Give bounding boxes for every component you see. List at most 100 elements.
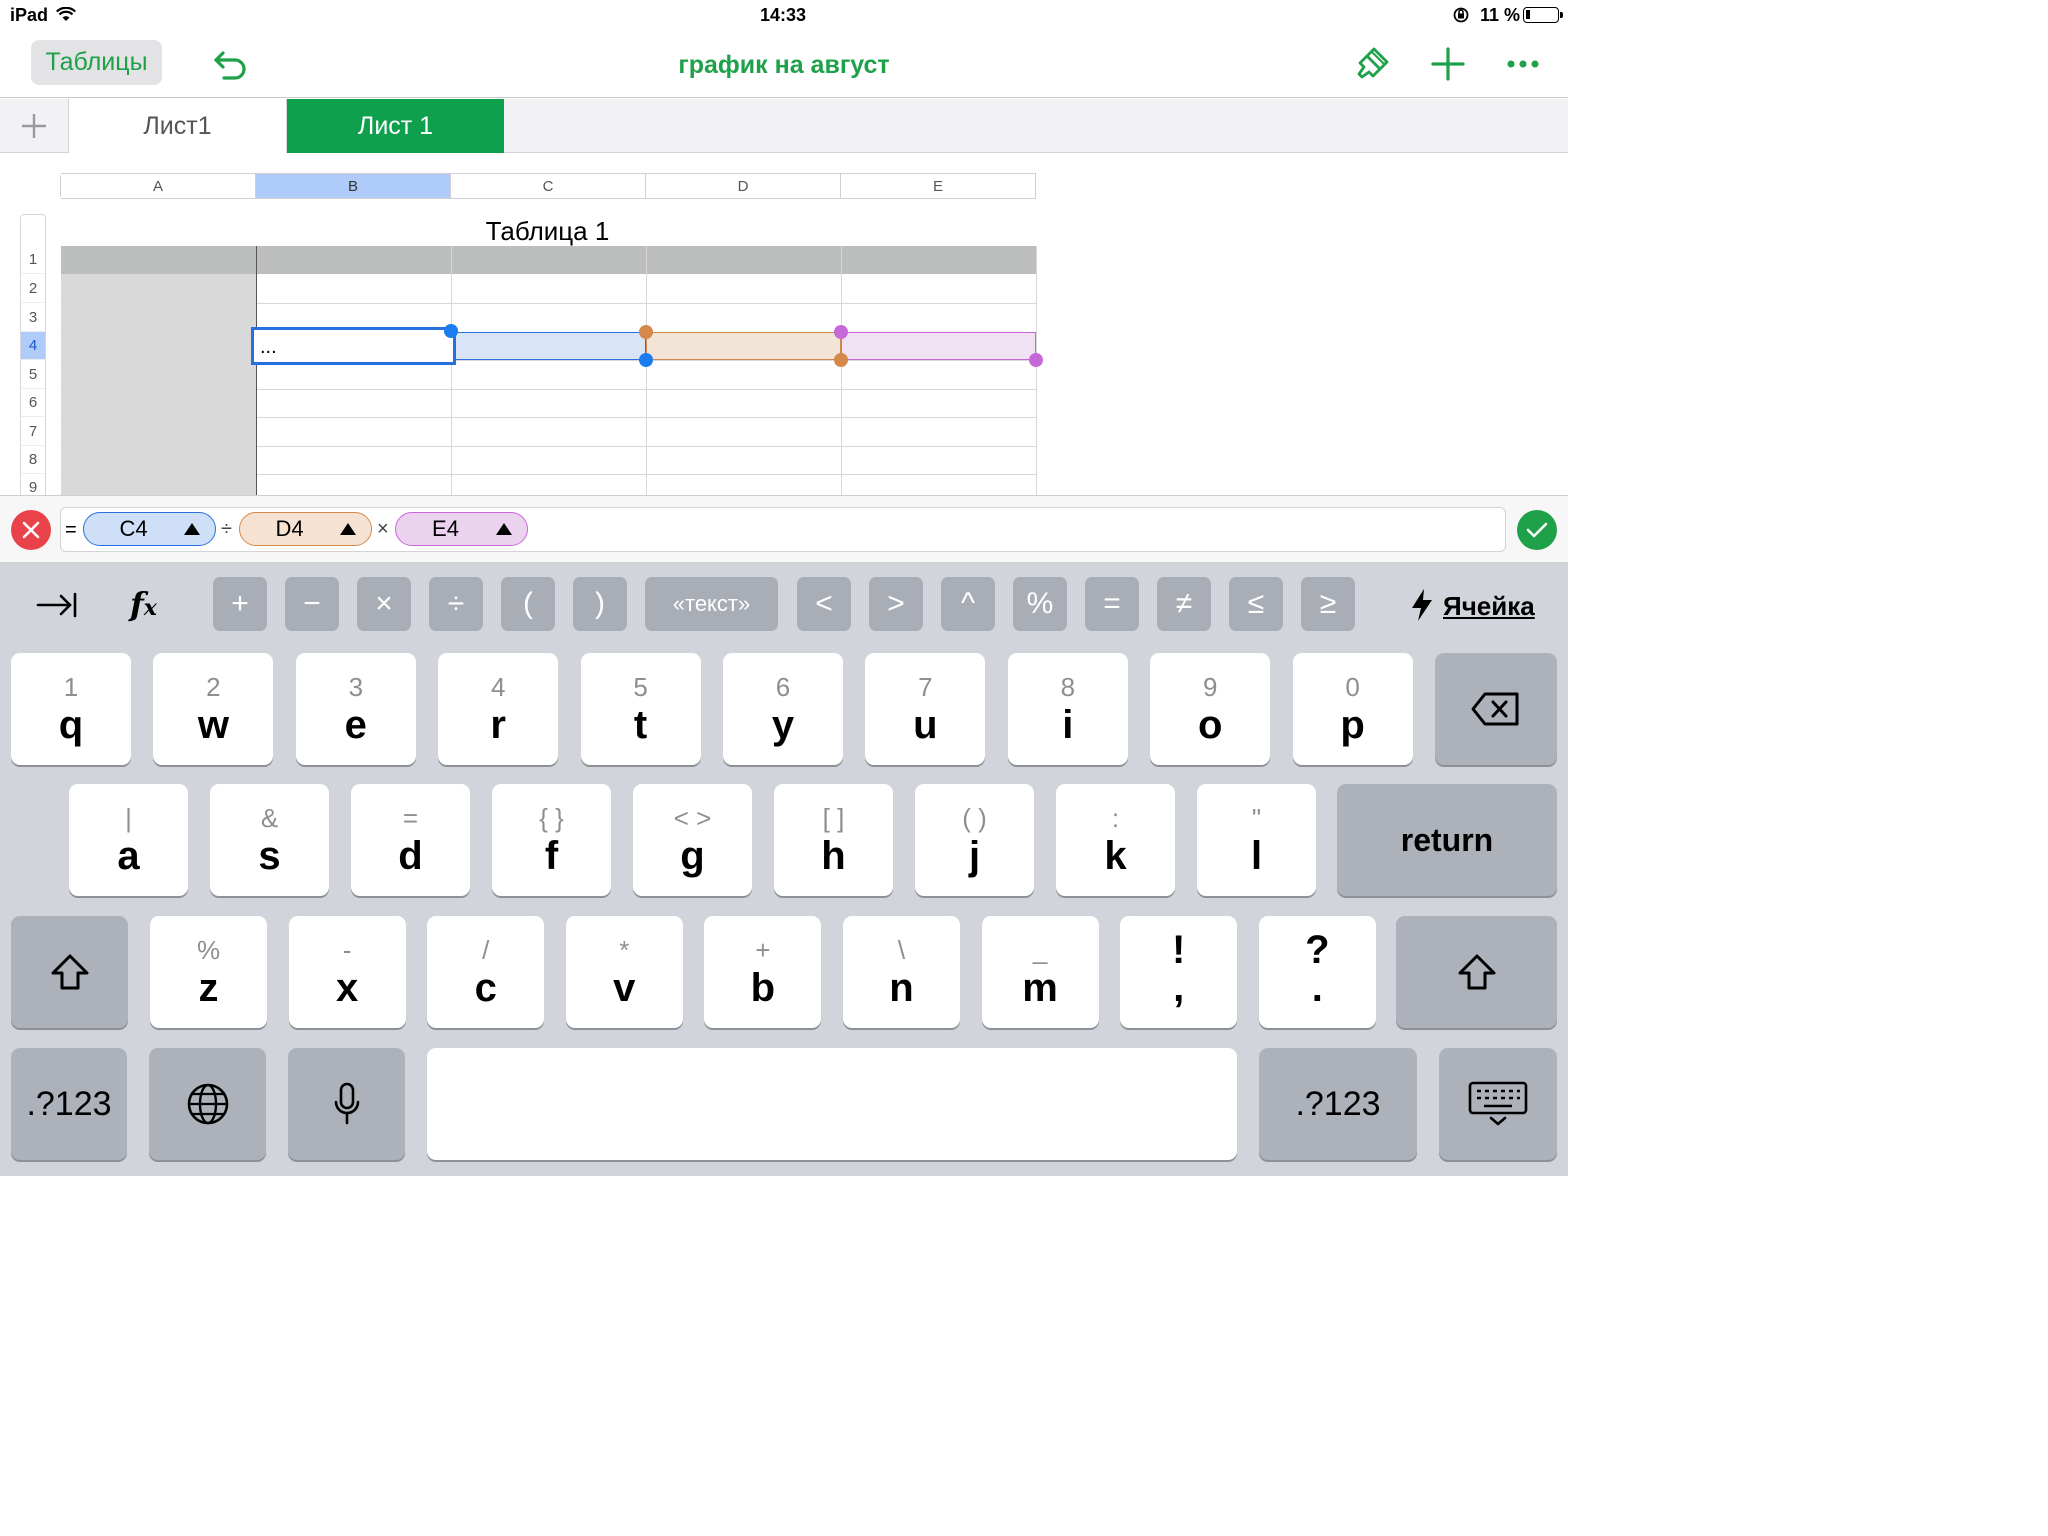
lightning-icon[interactable] <box>1410 588 1434 622</box>
key-o[interactable]: 9o <box>1150 653 1271 765</box>
func-key-less-than[interactable]: < <box>797 577 851 631</box>
func-key-minus[interactable]: − <box>285 577 339 631</box>
key-p[interactable]: 0p <box>1292 653 1413 765</box>
accept-formula-button[interactable] <box>1517 510 1557 550</box>
key-h[interactable]: [ ] h <box>774 784 893 896</box>
key-x[interactable]: -x <box>288 916 406 1028</box>
token-d4[interactable]: D4 <box>239 512 372 546</box>
key-m[interactable]: _ m <box>981 916 1099 1028</box>
spreadsheets-back-button[interactable]: Таблицы <box>31 40 162 85</box>
func-key-percent[interactable]: % <box>1013 577 1067 631</box>
key-q[interactable]: 1q <box>11 653 131 765</box>
row-header-6[interactable]: 6 <box>20 389 46 417</box>
numbers-key-right[interactable]: .?123 <box>1259 1048 1417 1160</box>
space-key[interactable] <box>427 1048 1237 1160</box>
column-header-c[interactable]: C <box>451 173 646 199</box>
globe-key[interactable] <box>149 1048 266 1160</box>
cancel-formula-button[interactable] <box>11 510 51 550</box>
selection-handle[interactable] <box>834 325 848 339</box>
row-header-9[interactable]: 9 <box>20 474 46 495</box>
key-j[interactable]: ( ) j <box>915 784 1034 896</box>
selection-handle[interactable] <box>444 324 458 338</box>
func-key-close-paren[interactable]: ) <box>573 577 627 631</box>
tab-sheet1[interactable]: Лист1 <box>69 99 287 153</box>
cell-d4-ref-highlight[interactable] <box>646 332 841 360</box>
func-key-not-equal[interactable]: ≠ <box>1157 577 1211 631</box>
selection-handle[interactable] <box>639 353 653 367</box>
cell-e4-ref-highlight[interactable] <box>841 332 1036 360</box>
row-header-4[interactable]: 4 <box>20 332 46 360</box>
key-i[interactable]: 8i <box>1007 653 1128 765</box>
key-r[interactable]: 4r <box>438 653 559 765</box>
format-brush-icon[interactable] <box>1354 46 1390 82</box>
func-key-divide[interactable]: ÷ <box>429 577 483 631</box>
table-title[interactable]: Таблица 1 <box>0 216 1095 247</box>
key-u[interactable]: 7u <box>865 653 986 765</box>
column-header-d[interactable]: D <box>646 173 841 199</box>
key-w[interactable]: 2w <box>153 653 274 765</box>
key-f[interactable]: { } f <box>492 784 611 896</box>
key-s[interactable]: & s <box>210 784 329 896</box>
key-y[interactable]: 6y <box>723 653 843 765</box>
triangle-up-icon[interactable] <box>339 522 357 536</box>
func-key-caret[interactable]: ^ <box>941 577 995 631</box>
key-period[interactable]: ?. <box>1258 916 1376 1028</box>
key-alt-label: 6 <box>775 672 791 702</box>
func-key-multiply[interactable]: × <box>357 577 411 631</box>
undo-icon[interactable] <box>212 50 248 80</box>
hide-keyboard-key[interactable] <box>1439 1048 1557 1160</box>
selection-handle[interactable] <box>1029 353 1043 367</box>
func-key-plus[interactable]: + <box>213 577 267 631</box>
return-key[interactable]: return <box>1337 784 1557 896</box>
triangle-up-icon[interactable] <box>183 522 201 536</box>
key-comma[interactable]: !, <box>1120 916 1238 1028</box>
active-cell-b4[interactable]: ... <box>251 327 456 365</box>
func-key-greater-or-equal[interactable]: ≥ <box>1301 577 1355 631</box>
row-header-1[interactable]: 1 <box>20 246 46 274</box>
row-header-5[interactable]: 5 <box>20 360 46 389</box>
key-c[interactable]: / c <box>427 916 545 1028</box>
row-header-8[interactable]: 8 <box>20 446 46 474</box>
key-z[interactable]: % z <box>150 916 267 1028</box>
column-header-e[interactable]: E <box>841 173 1036 199</box>
key-g[interactable]: < > g <box>633 784 752 896</box>
row-header-3[interactable]: 3 <box>20 303 46 332</box>
add-sheet-button[interactable] <box>0 99 69 153</box>
tab-sheet-1-active[interactable]: Лист 1 <box>287 99 504 153</box>
selection-handle[interactable] <box>834 353 848 367</box>
cell-mode-label[interactable]: Ячейка <box>1443 591 1535 622</box>
add-icon[interactable] <box>1431 47 1465 81</box>
key-e[interactable]: 3e <box>295 653 416 765</box>
key-alt-label: 3 <box>348 672 364 702</box>
key-d[interactable]: = d <box>351 784 470 896</box>
key-k[interactable]: :k <box>1056 784 1175 896</box>
func-key-text-literal[interactable]: «текст» <box>645 577 778 631</box>
numbers-key-left[interactable]: .?123 <box>11 1048 127 1160</box>
token-e4[interactable]: E4 <box>395 512 528 546</box>
key-b[interactable]: + b <box>704 916 822 1028</box>
key-t[interactable]: 5t <box>580 653 701 765</box>
tab-arrow-icon[interactable] <box>36 591 78 619</box>
column-header-a[interactable]: A <box>61 173 256 199</box>
selection-handle[interactable] <box>639 325 653 339</box>
shift-key-right[interactable] <box>1396 916 1557 1028</box>
key-n[interactable]: \ n <box>843 916 960 1028</box>
more-icon[interactable] <box>1506 58 1540 70</box>
column-header-b[interactable]: B <box>256 173 451 199</box>
row-header-7[interactable]: 7 <box>20 417 46 446</box>
backspace-key[interactable] <box>1435 653 1557 765</box>
row-header-2[interactable]: 2 <box>20 274 46 303</box>
func-key-equals[interactable]: = <box>1085 577 1139 631</box>
dictation-key[interactable] <box>288 1048 405 1160</box>
triangle-up-icon[interactable] <box>495 522 513 536</box>
token-c4[interactable]: C4 <box>83 512 216 546</box>
func-key-less-or-equal[interactable]: ≤ <box>1229 577 1283 631</box>
key-a[interactable]: | a <box>69 784 188 896</box>
func-key-open-paren[interactable]: ( <box>501 577 555 631</box>
func-key-greater-than[interactable]: > <box>869 577 923 631</box>
key-v[interactable]: * v <box>565 916 683 1028</box>
key-l[interactable]: " l <box>1197 784 1316 896</box>
function-fx-button[interactable]: fx <box>130 585 157 623</box>
shift-key-left[interactable] <box>11 916 128 1028</box>
cell-c4-ref-highlight[interactable] <box>451 332 646 360</box>
